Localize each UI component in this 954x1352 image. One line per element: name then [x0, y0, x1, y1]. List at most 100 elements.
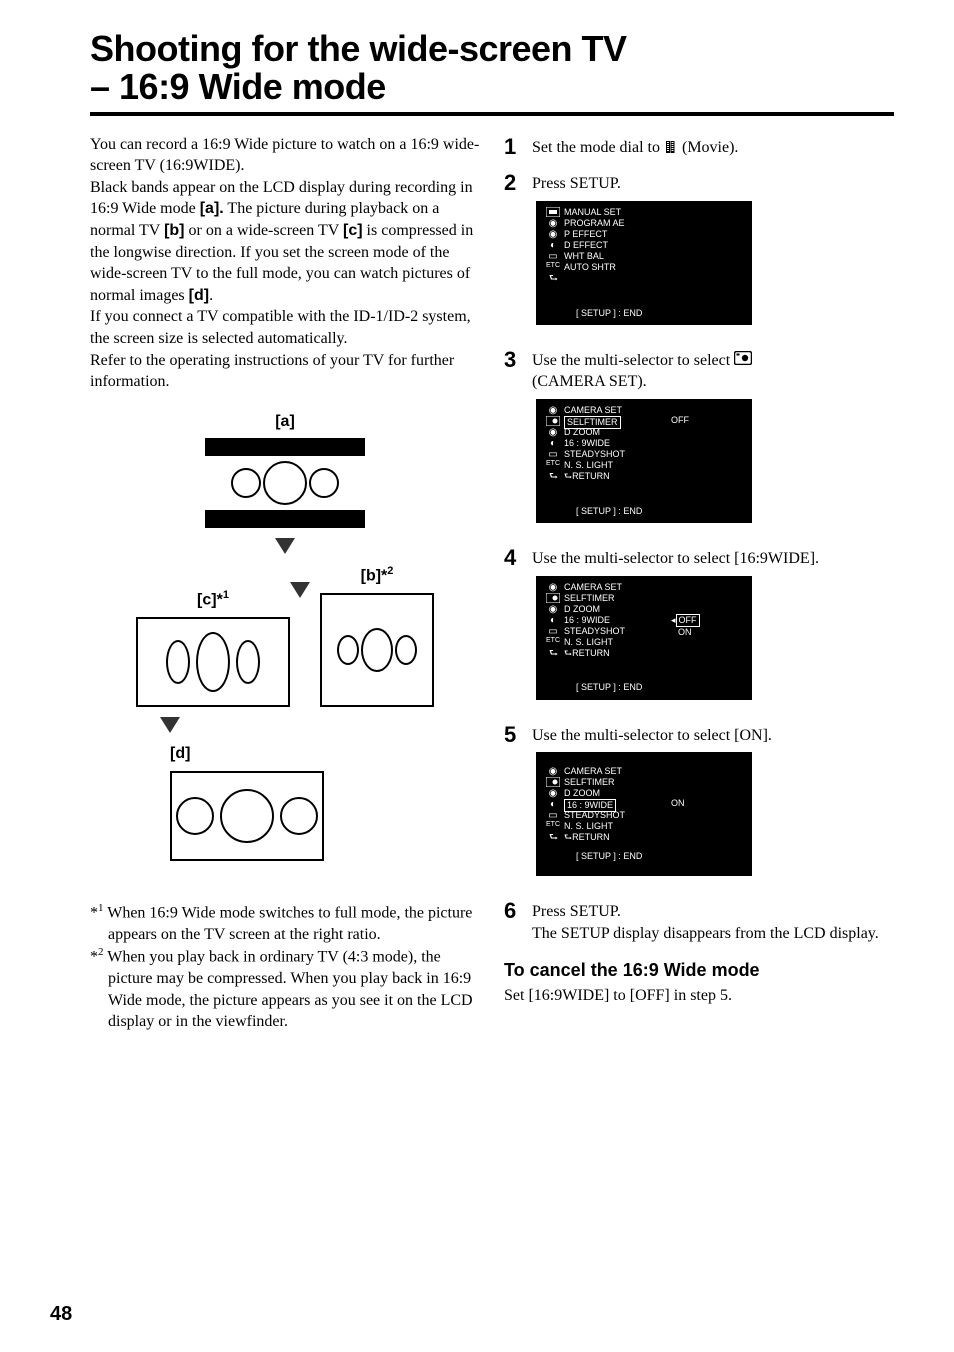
lcd-icon-column: ◉ ◉ ◐ ▭ ETC ⮐: [544, 766, 562, 845]
return-icon: ⮐: [549, 648, 558, 659]
tape-set-icon: ▭: [544, 810, 562, 821]
lcd-item: N. S. LIGHT: [564, 821, 744, 832]
cancel-body: Set [16:9WIDE] to [OFF] in step 5.: [504, 985, 894, 1007]
step-2-text: Press SETUP.: [532, 173, 894, 195]
diagram-tv-b: [320, 593, 434, 707]
lcd-end: [ SETUP ] : END: [576, 851, 642, 862]
ball-icon: [236, 640, 260, 684]
lcd-end: [ SETUP ] : END: [576, 308, 642, 319]
lcd-item: P EFFECT: [564, 229, 744, 240]
lcd-item: N. S. LIGHT: [564, 637, 744, 648]
cancel-heading: To cancel the 16:9 Wide mode: [504, 958, 894, 982]
diagram-label-a: [a]: [90, 411, 480, 433]
lcd-end: [ SETUP ] : END: [576, 506, 642, 517]
intro-p2: If you connect a TV compatible with the …: [90, 306, 480, 349]
arrow-down-icon: [160, 717, 180, 733]
intro-p1b-end: .: [209, 287, 213, 304]
step-4: 4 Use the multi-selector to select [16:9…: [504, 545, 894, 700]
diagram-label-b: [b]*: [361, 568, 388, 585]
intro-p3: Refer to the operating instructions of y…: [90, 350, 480, 393]
ball-icon: [263, 461, 307, 505]
tag-d: [d]: [189, 287, 209, 304]
intro-text: You can record a 16:9 Wide picture to wa…: [90, 134, 480, 393]
tag-c: [c]: [343, 222, 363, 239]
lcd-title: CAMERA SET: [564, 582, 744, 593]
ball-icon: [231, 468, 261, 498]
lcd-item: N. S. LIGHT: [564, 460, 744, 471]
lcd-icon-column: ◉ ◉ ◐ ▭ ETC ⮐: [544, 582, 562, 661]
lcd-option: ON: [678, 627, 692, 637]
manual-set-icon: [544, 207, 562, 218]
footnote-1-star: *: [90, 904, 98, 921]
etc-icon: ETC: [544, 637, 562, 648]
lcd-title: CAMERA SET: [564, 766, 744, 777]
lcd-item: PROGRAM AE: [564, 218, 744, 229]
lcd-set-icon: ◐: [544, 438, 562, 449]
lcd-return: RETURN: [572, 648, 610, 658]
lcd-top-band: [536, 752, 752, 760]
lcd-value: OFF: [671, 415, 689, 426]
etc-icon: ETC: [544, 821, 562, 832]
intro-p1a: You can record a 16:9 Wide picture to wa…: [90, 136, 479, 175]
return-icon: ⮐: [564, 648, 572, 659]
lcd-item: AUTO SHTR: [564, 262, 744, 273]
step-1-pre: Set the mode dial to: [532, 139, 664, 156]
manual-set-icon: ◉: [544, 405, 562, 416]
step-6-text: Press SETUP.: [532, 901, 894, 923]
return-icon: ⮐: [549, 273, 558, 284]
ball-icon: [220, 789, 274, 843]
lcd-item: D ZOOM: [564, 427, 744, 438]
ball-icon: [361, 628, 393, 672]
lcd-bottom-band: [536, 868, 752, 876]
step-number: 3: [504, 347, 522, 523]
diagram-tv-d: [170, 771, 324, 861]
etc-icon: ETC: [544, 460, 562, 471]
ball-icon: [395, 635, 417, 665]
lcd-item: WHT BAL: [564, 251, 744, 262]
ball-icon: [309, 468, 339, 498]
page-title: Shooting for the wide-screen TV – 16:9 W…: [90, 30, 894, 106]
camera-set-icon-selected: [544, 593, 562, 604]
lcd-screen-step-5: ◉ ◉ ◐ ▭ ETC ⮐ CAMERA SET SELFTIMER D ZOO…: [536, 760, 752, 868]
step-number: 5: [504, 722, 522, 877]
title-rule: [90, 112, 894, 116]
movie-icon: [664, 139, 678, 161]
ball-icon: [196, 632, 230, 692]
ball-icon: [280, 797, 318, 835]
lcd-item: D ZOOM: [564, 604, 744, 615]
title-line-2: – 16:9 Wide mode: [90, 66, 386, 107]
diagram-tv-c: [136, 617, 290, 707]
ball-icon: [176, 797, 214, 835]
step-3-post: (CAMERA SET).: [532, 373, 647, 390]
lcd-item: SELFTIMER: [564, 777, 744, 788]
step-number: 4: [504, 545, 522, 700]
lcd-screen-step-4: ◉ ◉ ◐ ▭ ETC ⮐ CAMERA SET SELFTIMER D ZOO…: [536, 576, 752, 700]
step-number: 2: [504, 170, 522, 325]
lcd-screen-step-3: ◉ ◉ ◐ ▭ ETC ⮐ CAMERA SET SELFTIMER D ZOO…: [536, 399, 752, 523]
ball-icon: [166, 640, 190, 684]
lcd-set-icon: ◐: [544, 799, 562, 810]
lcd-item: STEADYSHOT: [564, 449, 744, 460]
step-1: 1 Set the mode dial to (Movie).: [504, 134, 894, 161]
lcd-icon-column: ◉ ◉ ◐ ▭ ETC ⮐: [544, 207, 562, 286]
tape-set-icon: ▭: [544, 251, 562, 262]
step-5-text: Use the multi-selector to select [ON].: [532, 725, 894, 747]
camera-set-icon-selected: [544, 416, 562, 427]
lcd-item-selected: 16 : 9WIDE: [564, 615, 610, 625]
lcd-item: D EFFECT: [564, 240, 744, 251]
lcd-item: 16 : 9WIDE: [564, 438, 744, 449]
lcd-value: ON: [671, 798, 685, 809]
step-3: 3 Use the multi-selector to select (CAME…: [504, 347, 894, 523]
diagram: [a] 16:9WIDE [c]*1: [90, 411, 480, 861]
player-set-icon: ◉: [544, 788, 562, 799]
camera-set-icon-selected: [544, 777, 562, 788]
lcd-item: SELFTIMER: [564, 593, 744, 604]
player-set-icon: ◉: [544, 604, 562, 615]
ball-icon: [337, 635, 359, 665]
step-6-sub: The SETUP display disappears from the LC…: [532, 923, 894, 945]
tag-b: [b]: [164, 222, 184, 239]
step-number: 6: [504, 898, 522, 944]
tape-set-icon: ▭: [544, 626, 562, 637]
lcd-return: RETURN: [572, 832, 610, 842]
arrow-down-icon: [290, 582, 310, 598]
